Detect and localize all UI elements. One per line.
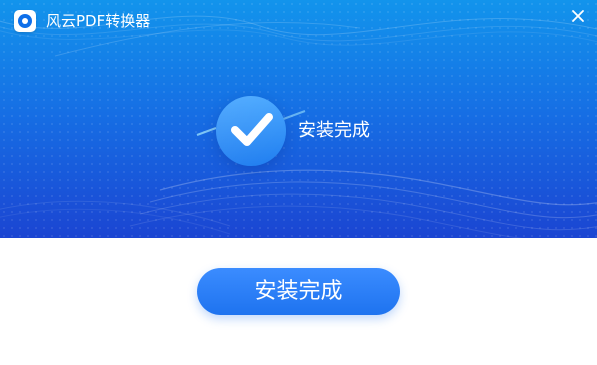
close-button[interactable] [565, 4, 591, 28]
installer-window: 风云PDF转换器 安装完成 安装完成 [0, 0, 597, 365]
app-title: 风云PDF转换器 [46, 12, 151, 30]
finish-installation-button[interactable]: 安装完成 [197, 268, 400, 315]
status-text: 安装完成 [298, 120, 370, 141]
check-icon [216, 96, 286, 166]
hero-banner: 风云PDF转换器 安装完成 [0, 0, 597, 238]
title-bar: 风云PDF转换器 [0, 0, 597, 40]
check-mark-graphic [231, 113, 273, 146]
installation-status: 安装完成 [216, 96, 396, 166]
close-icon [572, 10, 584, 22]
app-logo-icon [14, 10, 36, 32]
